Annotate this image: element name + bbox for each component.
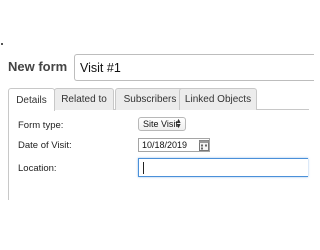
location-input[interactable] [138,158,308,177]
tab-label: Related to [61,94,107,105]
tab-linked-objects[interactable]: Linked Objects [179,88,257,110]
text-caret [143,162,144,174]
date-of-visit-label: Date of Visit: [18,140,72,151]
tab-label: Subscribers [123,94,177,105]
tab-details[interactable]: Details [8,88,55,111]
page-title: New form [8,59,68,74]
up-down-arrows-icon: ▲ ▼ [175,118,182,130]
tab-related-to[interactable]: Related to [54,88,114,110]
form-type-label: Form type: [18,120,64,131]
form-type-value: Site Visit [143,119,178,129]
form-header: New form Visit #1 [0,54,314,84]
tab-label: Linked Objects [184,94,252,105]
location-label: Location: [18,163,57,174]
calendar-icon[interactable] [199,139,209,151]
form-name-input[interactable]: Visit #1 [74,54,314,81]
window-corner-mark [1,43,3,45]
tab-subscribers[interactable]: Subscribers [115,88,185,110]
tab-label: Details [16,94,47,106]
form-type-select[interactable]: Site Visit ▲ ▼ [138,117,186,131]
